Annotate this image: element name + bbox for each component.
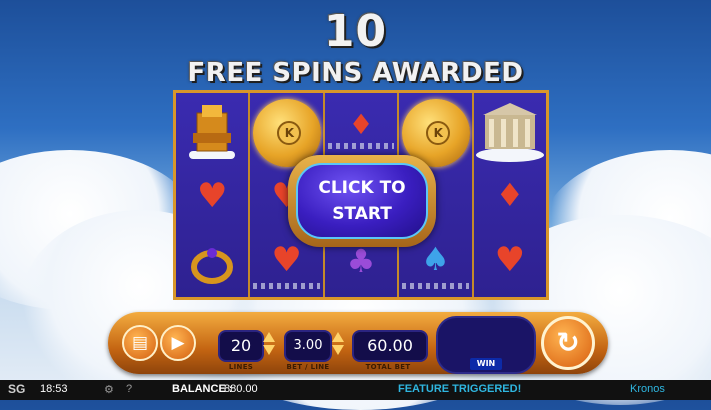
info-icon: ▤ bbox=[131, 333, 149, 353]
lines-up-icon[interactable] bbox=[263, 332, 275, 342]
help-icon[interactable]: ? bbox=[126, 383, 132, 395]
autoplay-button[interactable]: ▶ bbox=[160, 325, 196, 361]
bracelet-icon bbox=[191, 248, 234, 284]
heart-symbol: ♥ bbox=[271, 240, 302, 280]
balance-value: 880.00 bbox=[224, 383, 258, 395]
coin-letter: K bbox=[426, 121, 451, 145]
coin-letter: K bbox=[277, 121, 302, 145]
spade-symbol: ♠ bbox=[421, 240, 450, 278]
meander-border bbox=[253, 283, 320, 289]
reel-1: ♥ bbox=[176, 93, 251, 297]
game-name: Kronos bbox=[630, 383, 665, 395]
start-line-1: CLICK TO bbox=[318, 178, 406, 198]
diamond-symbol: ♦ bbox=[348, 108, 374, 141]
spin-button[interactable]: ↻ bbox=[541, 316, 595, 370]
bet-per-line-value: 3.00 bbox=[284, 330, 332, 362]
spin-icon: ↻ bbox=[556, 326, 580, 359]
diamond-symbol: ♦ bbox=[495, 176, 525, 214]
lines-stepper[interactable] bbox=[263, 330, 275, 360]
heart-symbol: ♥ bbox=[494, 240, 526, 280]
clock-time: 18:53 bbox=[40, 383, 68, 395]
control-console: ▤ ▶ 20 LINES 3.00 BET / LINE 60.00 TOTAL… bbox=[108, 312, 608, 374]
status-bar: SG 18:53 ⚙ ? BALANCE : 880.00 FEATURE TR… bbox=[0, 380, 711, 400]
status-message: FEATURE TRIGGERED! bbox=[398, 383, 522, 395]
heart-symbol: ♥ bbox=[196, 176, 228, 216]
paytable-button[interactable]: ▤ bbox=[122, 325, 158, 361]
lines-label: LINES bbox=[228, 363, 254, 371]
club-symbol: ♣ bbox=[346, 242, 376, 280]
bet-up-icon[interactable] bbox=[332, 332, 344, 342]
throne-icon bbox=[189, 105, 236, 159]
throne-symbol bbox=[176, 99, 248, 168]
total-bet-value: 60.00 bbox=[352, 330, 428, 362]
meander-border bbox=[402, 283, 469, 289]
bracelet-symbol bbox=[176, 239, 248, 292]
lines-down-icon[interactable] bbox=[263, 345, 275, 355]
reel-5: ♦ ♥ bbox=[473, 93, 546, 297]
meander-border bbox=[327, 143, 395, 149]
bet-stepper[interactable] bbox=[332, 330, 344, 360]
lines-value: 20 bbox=[218, 330, 264, 362]
click-to-start-button[interactable]: CLICK TO START bbox=[288, 155, 436, 247]
temple-icon bbox=[475, 103, 544, 162]
autoplay-icon: ▶ bbox=[171, 333, 185, 353]
settings-gear-icon[interactable]: ⚙ bbox=[104, 383, 114, 396]
temple-symbol bbox=[474, 99, 546, 166]
start-line-2: START bbox=[332, 204, 392, 224]
win-label: WIN bbox=[470, 358, 502, 370]
bet-down-icon[interactable] bbox=[332, 345, 344, 355]
free-spins-message: FREE SPINS AWARDED bbox=[187, 58, 524, 88]
click-to-start-face[interactable]: CLICK TO START bbox=[296, 163, 428, 239]
bet-per-line-label: BET / LINE bbox=[286, 363, 330, 371]
win-display: WIN bbox=[436, 316, 536, 374]
sg-logo: SG bbox=[8, 382, 26, 396]
free-spins-count: 10 bbox=[323, 6, 388, 57]
total-bet-label: TOTAL BET bbox=[365, 363, 411, 371]
